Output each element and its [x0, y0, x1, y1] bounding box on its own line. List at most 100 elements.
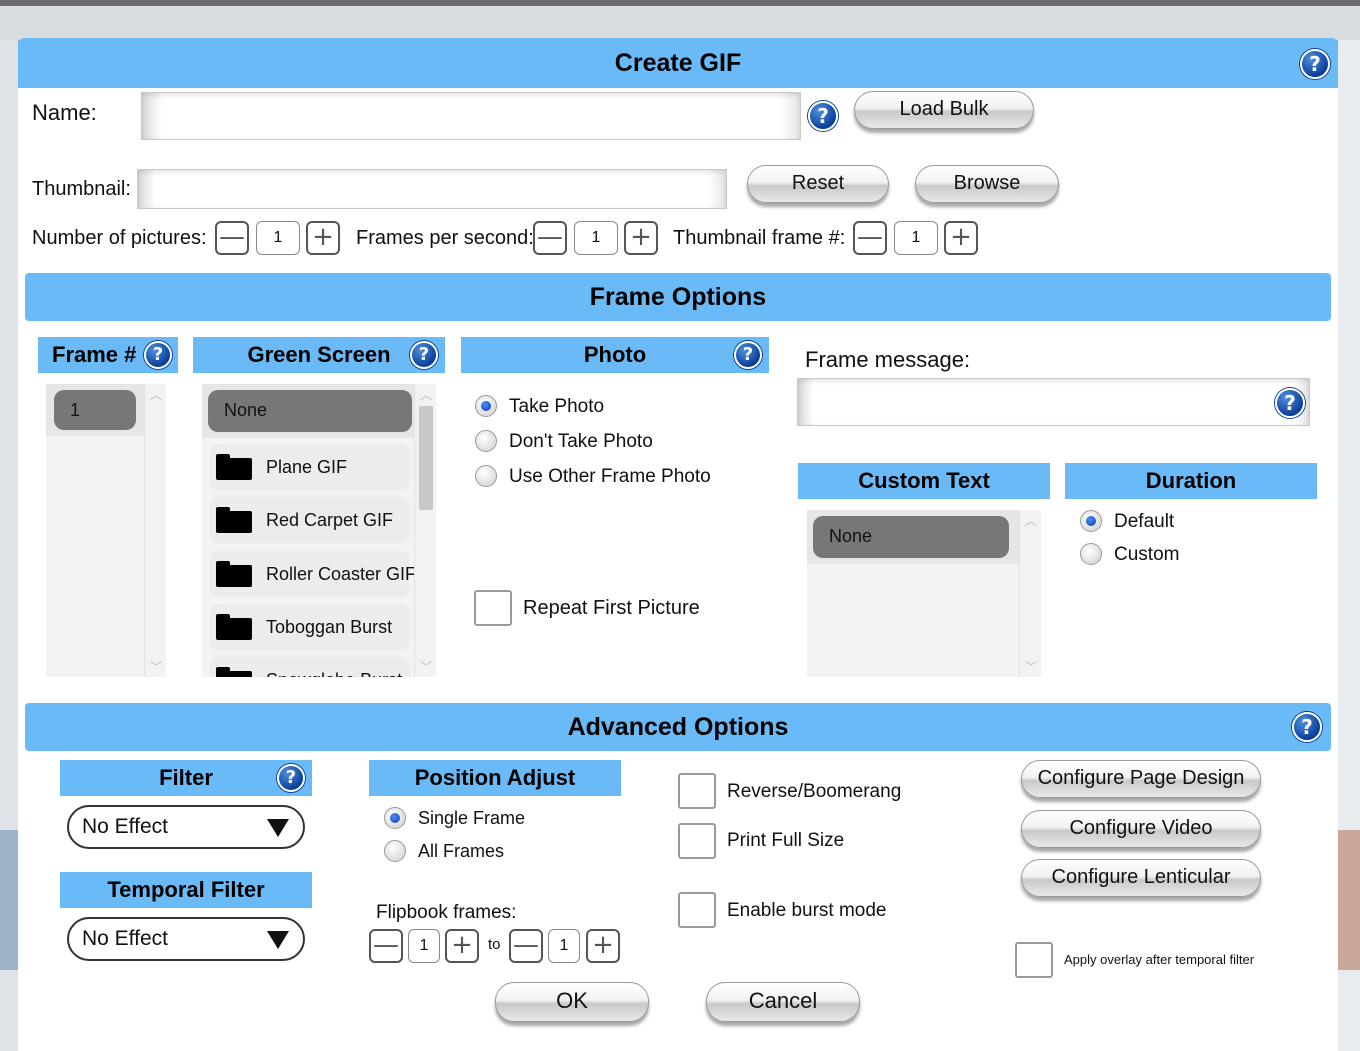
dialog-title-bar: Create GIF — [18, 38, 1338, 88]
frame-list: 1 ︿ ﹀ — [46, 384, 166, 677]
apply-overlay-checkbox[interactable] — [1015, 942, 1053, 978]
reverse-boomerang-label: Reverse/Boomerang — [727, 781, 902, 802]
custom-text-scrollbar[interactable]: ︿ ﹀ — [1019, 510, 1041, 677]
use-other-frame-photo-radio[interactable] — [475, 465, 497, 487]
green-screen-selected-item[interactable]: None — [208, 390, 412, 432]
background-thumbnail-right — [1338, 830, 1360, 970]
frame-item[interactable]: 1 — [54, 390, 136, 430]
pictures-decrement-button[interactable]: — — [215, 221, 249, 255]
load-bulk-button[interactable]: Load Bulk — [854, 91, 1034, 129]
folder-icon — [216, 454, 252, 480]
ok-button[interactable]: OK — [495, 982, 649, 1022]
single-frame-label: Single Frame — [418, 808, 526, 828]
enable-burst-mode-label: Enable burst mode — [727, 900, 887, 921]
frame-message-input[interactable] — [797, 378, 1310, 426]
frame-options-bar: Frame Options — [25, 273, 1331, 321]
custom-text-list: None ︿ ﹀ — [807, 510, 1041, 677]
scrollbar-thumb[interactable] — [419, 406, 433, 510]
advanced-help-icon[interactable]: ? — [1292, 712, 1322, 742]
green-screen-scrollbar[interactable]: ︿ ﹀ — [414, 384, 436, 677]
position-adjust-header: Position Adjust — [369, 760, 621, 796]
configure-page-design-button[interactable]: Configure Page Design — [1021, 760, 1261, 798]
pictures-increment-button[interactable]: + — [306, 221, 340, 255]
green-screen-item[interactable]: Roller Coaster GIF — [210, 551, 416, 597]
frame-message-label: Frame message: — [805, 347, 971, 372]
photo-header: Photo — [461, 337, 769, 373]
take-photo-radio[interactable] — [475, 395, 497, 417]
frame-message-help-icon[interactable]: ? — [1275, 388, 1305, 418]
green-screen-item[interactable]: Red Carpet GIF — [210, 497, 410, 543]
title-help-icon[interactable]: ? — [1300, 49, 1330, 79]
print-full-size-label: Print Full Size — [727, 830, 845, 851]
reset-button[interactable]: Reset — [747, 165, 889, 203]
reverse-boomerang-checkbox[interactable] — [678, 773, 716, 809]
photo-help-icon[interactable]: ? — [734, 341, 762, 369]
duration-custom-radio[interactable] — [1080, 543, 1102, 565]
fps-value[interactable]: 1 — [574, 221, 618, 255]
duration-custom-label: Custom — [1114, 544, 1180, 565]
custom-text-header: Custom Text — [798, 463, 1050, 499]
filter-header: Filter — [60, 760, 312, 796]
flipbook-from-value[interactable]: 1 — [408, 929, 440, 963]
all-frames-label: All Frames — [418, 841, 505, 861]
flipbook-to-increment-button[interactable]: + — [586, 929, 620, 963]
name-input[interactable] — [141, 92, 801, 140]
filter-help-icon[interactable]: ? — [277, 764, 305, 792]
flipbook-from-increment-button[interactable]: + — [445, 929, 479, 963]
flipbook-frames-label: Flipbook frames: — [376, 902, 517, 923]
configure-video-button[interactable]: Configure Video — [1021, 810, 1261, 848]
thumbnail-frame-increment-button[interactable]: + — [944, 221, 978, 255]
flipbook-from-decrement-button[interactable]: — — [369, 929, 403, 963]
print-full-size-checkbox[interactable] — [678, 823, 716, 859]
create-gif-dialog: Create GIF ? Name: ? Load Bulk Thumbnail… — [18, 38, 1338, 1051]
thumbnail-frame-value[interactable]: 1 — [894, 221, 938, 255]
name-label: Name: — [32, 100, 97, 125]
temporal-filter-select[interactable]: No Effect — [67, 917, 305, 961]
dont-take-photo-label: Don't Take Photo — [509, 431, 653, 452]
cancel-button[interactable]: Cancel — [706, 982, 860, 1022]
fps-increment-button[interactable]: + — [624, 221, 658, 255]
take-photo-label: Take Photo — [509, 396, 605, 417]
name-help-icon[interactable]: ? — [808, 101, 838, 131]
filter-select[interactable]: No Effect — [67, 805, 305, 849]
enable-burst-mode-checkbox[interactable] — [678, 892, 716, 928]
fps-label: Frames per second: — [356, 227, 534, 249]
flipbook-to-label: to — [488, 936, 501, 953]
apply-overlay-label: Apply overlay after temporal filter — [1064, 952, 1255, 967]
temporal-filter-header: Temporal Filter — [60, 872, 312, 908]
advanced-options-title: Advanced Options — [567, 712, 789, 741]
duration-default-label: Default — [1114, 511, 1175, 532]
folder-icon — [216, 667, 252, 677]
thumbnail-frame-decrement-button[interactable]: — — [853, 221, 887, 255]
background-thumbnail-left — [0, 830, 18, 970]
pictures-value[interactable]: 1 — [256, 221, 300, 255]
folder-icon — [216, 507, 252, 533]
green-screen-help-icon[interactable]: ? — [410, 341, 438, 369]
frame-list-scrollbar[interactable]: ︿ ﹀ — [144, 384, 166, 677]
frame-options-title: Frame Options — [589, 282, 767, 311]
number-of-pictures-label: Number of pictures: — [32, 227, 207, 249]
duration-default-radio[interactable] — [1080, 510, 1102, 532]
advanced-options-bar: Advanced Options — [25, 703, 1331, 751]
all-frames-radio[interactable] — [384, 840, 406, 862]
configure-lenticular-button[interactable]: Configure Lenticular — [1021, 859, 1261, 897]
flipbook-to-decrement-button[interactable]: — — [509, 929, 543, 963]
fps-decrement-button[interactable]: — — [533, 221, 567, 255]
green-screen-item[interactable]: Snowglobe Burst — [210, 657, 410, 677]
single-frame-radio[interactable] — [384, 807, 406, 829]
thumbnail-input[interactable] — [137, 169, 727, 209]
thumbnail-frame-label: Thumbnail frame #: — [673, 227, 846, 249]
flipbook-to-value[interactable]: 1 — [548, 929, 580, 963]
dropdown-arrow-icon — [267, 819, 289, 837]
custom-text-selected-item[interactable]: None — [813, 516, 1009, 558]
browse-button[interactable]: Browse — [915, 165, 1059, 203]
frame-number-help-icon[interactable]: ? — [144, 341, 172, 369]
green-screen-item[interactable]: Toboggan Burst — [210, 604, 410, 650]
duration-header: Duration — [1065, 463, 1317, 499]
dont-take-photo-radio[interactable] — [475, 430, 497, 452]
green-screen-item[interactable]: Plane GIF — [210, 444, 410, 490]
folder-icon — [216, 561, 252, 587]
green-screen-header: Green Screen — [193, 337, 445, 373]
repeat-first-picture-checkbox[interactable] — [474, 590, 512, 626]
green-screen-list: None Plane GIF Red Carpet GIF Roller Coa… — [202, 384, 436, 677]
